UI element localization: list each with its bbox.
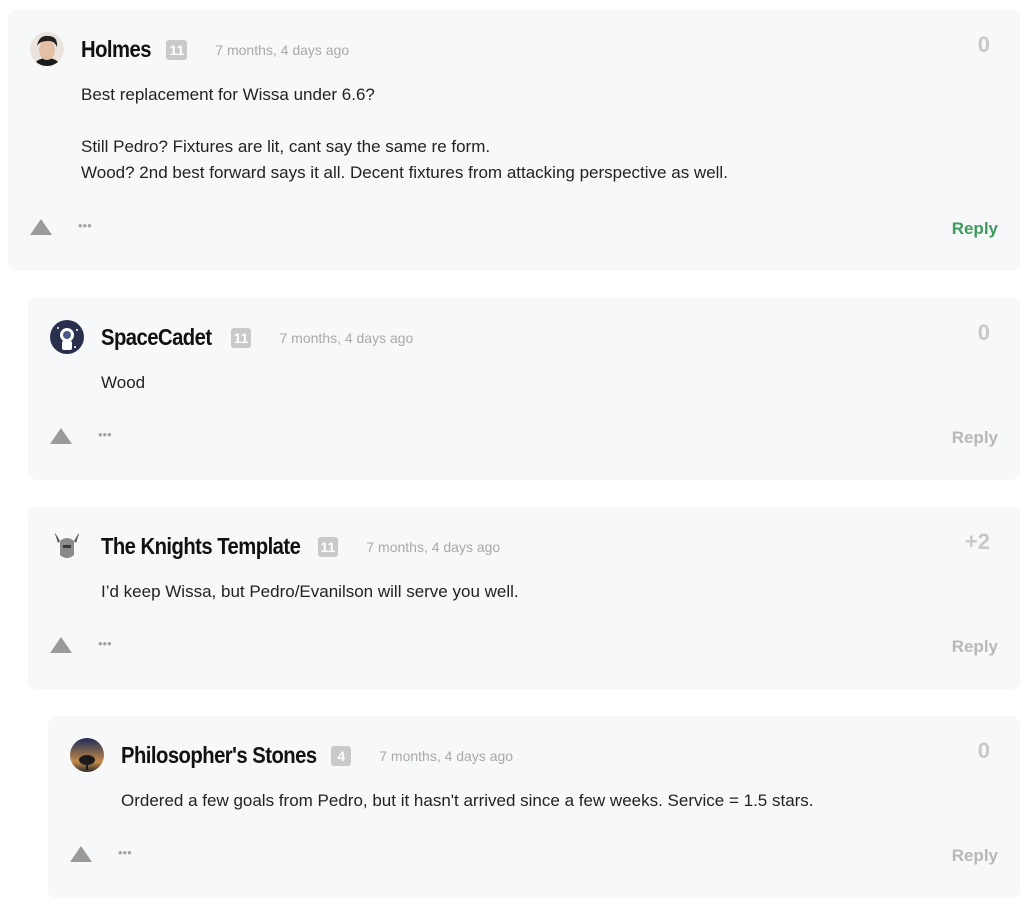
upvote-icon[interactable] [30, 219, 52, 235]
more-options-icon[interactable]: ••• [98, 428, 112, 441]
more-options-icon[interactable]: ••• [98, 637, 112, 650]
upvote-icon[interactable] [50, 428, 72, 444]
avatar[interactable] [50, 320, 84, 354]
comment-text: I’d keep Wissa, but Pedro/Evanilson will… [101, 582, 519, 601]
score: 0 [977, 32, 990, 57]
comment-text: Wood [101, 373, 146, 392]
timestamp[interactable]: 7 months, 4 days ago [215, 42, 349, 58]
comment-card: The Knights Template 11 7 months, 4 days… [28, 507, 1020, 689]
author-name[interactable]: Philosopher's Stones [121, 742, 317, 769]
avatar[interactable] [50, 529, 84, 563]
comment-body: I’d keep Wissa, but Pedro/Evanilson will… [101, 579, 980, 605]
user-level-badge: 11 [166, 39, 188, 60]
comment-text: Still Pedro? Fixtures are lit, cant say … [81, 137, 491, 156]
comment-card: SpaceCadet 11 7 months, 4 days ago 0 Woo… [28, 298, 1020, 480]
comment-text: Wood? 2nd best forward says it all. Dece… [81, 163, 728, 182]
avatar[interactable] [70, 738, 104, 772]
more-options-icon[interactable]: ••• [118, 846, 132, 859]
comment-header: The Knights Template 11 7 months, 4 days… [101, 533, 500, 560]
comment-card: Philosopher's Stones 4 7 months, 4 days … [48, 716, 1020, 898]
reply-button[interactable]: Reply [952, 637, 998, 657]
author-name[interactable]: SpaceCadet [101, 324, 212, 351]
comment-header: Philosopher's Stones 4 7 months, 4 days … [121, 742, 513, 769]
score: 0 [977, 738, 990, 763]
upvote-icon[interactable] [50, 637, 72, 653]
reply-button[interactable]: Reply [952, 219, 998, 239]
upvote-icon[interactable] [70, 846, 92, 862]
author-name[interactable]: The Knights Template [101, 533, 301, 560]
score: 0 [977, 320, 990, 345]
timestamp[interactable]: 7 months, 4 days ago [379, 748, 513, 764]
comment-body: Ordered a few goals from Pedro, but it h… [121, 788, 980, 814]
comment-card: Holmes 11 7 months, 4 days ago 0 Best re… [8, 10, 1020, 271]
reply-button[interactable]: Reply [952, 428, 998, 448]
comment-text: Best replacement for Wissa under 6.6? [81, 85, 375, 104]
score: +2 [964, 529, 990, 554]
comment-header: SpaceCadet 11 7 months, 4 days ago [101, 324, 413, 351]
timestamp[interactable]: 7 months, 4 days ago [366, 539, 500, 555]
user-level-badge: 11 [317, 536, 339, 557]
user-level-badge: 4 [331, 745, 352, 766]
user-level-badge: 11 [230, 327, 252, 348]
comment-text: Ordered a few goals from Pedro, but it h… [121, 791, 814, 810]
more-options-icon[interactable]: ••• [78, 219, 92, 232]
comment-header: Holmes 11 7 months, 4 days ago [81, 36, 349, 63]
author-name[interactable]: Holmes [81, 36, 151, 63]
avatar[interactable] [30, 32, 64, 66]
comment-body: Wood [101, 370, 980, 396]
timestamp[interactable]: 7 months, 4 days ago [279, 330, 413, 346]
comment-body: Best replacement for Wissa under 6.6? St… [81, 82, 980, 186]
reply-button[interactable]: Reply [952, 846, 998, 866]
